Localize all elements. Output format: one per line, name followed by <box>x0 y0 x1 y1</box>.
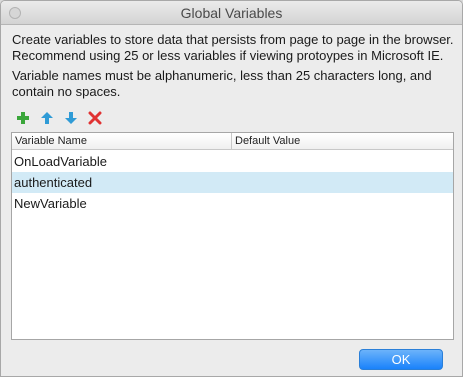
add-variable-button[interactable] <box>15 110 31 126</box>
plus-icon <box>17 112 29 124</box>
move-down-button[interactable] <box>63 110 79 126</box>
storage-description: Create variables to store data that pers… <box>12 32 454 63</box>
title-bar: Global Variables <box>1 1 462 25</box>
arrow-up-icon <box>41 112 53 124</box>
table-header: Variable Name Default Value <box>12 133 453 150</box>
x-icon <box>88 111 102 125</box>
variable-toolbar <box>15 110 103 126</box>
variable-name-cell: OnLoadVariable <box>14 154 107 169</box>
variable-name-cell: authenticated <box>14 175 93 190</box>
naming-rules-description: Variable names must be alphanumeric, les… <box>12 68 432 99</box>
ok-button[interactable]: OK <box>359 349 443 370</box>
column-header-default-value[interactable]: Default Value <box>235 135 300 147</box>
arrow-down-icon <box>65 112 77 124</box>
column-divider[interactable] <box>231 133 232 150</box>
table-row[interactable]: authenticated <box>12 172 453 193</box>
variables-table: Variable Name Default Value OnLoadVariab… <box>11 132 454 340</box>
global-variables-dialog: Global Variables Create variables to sto… <box>0 0 463 377</box>
table-row[interactable]: OnLoadVariable <box>12 151 453 172</box>
dialog-title: Global Variables <box>180 5 283 21</box>
delete-variable-button[interactable] <box>87 110 103 126</box>
variable-name-cell: NewVariable <box>14 196 87 211</box>
move-up-button[interactable] <box>39 110 55 126</box>
table-row[interactable]: NewVariable <box>12 193 453 214</box>
column-header-variable-name[interactable]: Variable Name <box>15 135 87 147</box>
